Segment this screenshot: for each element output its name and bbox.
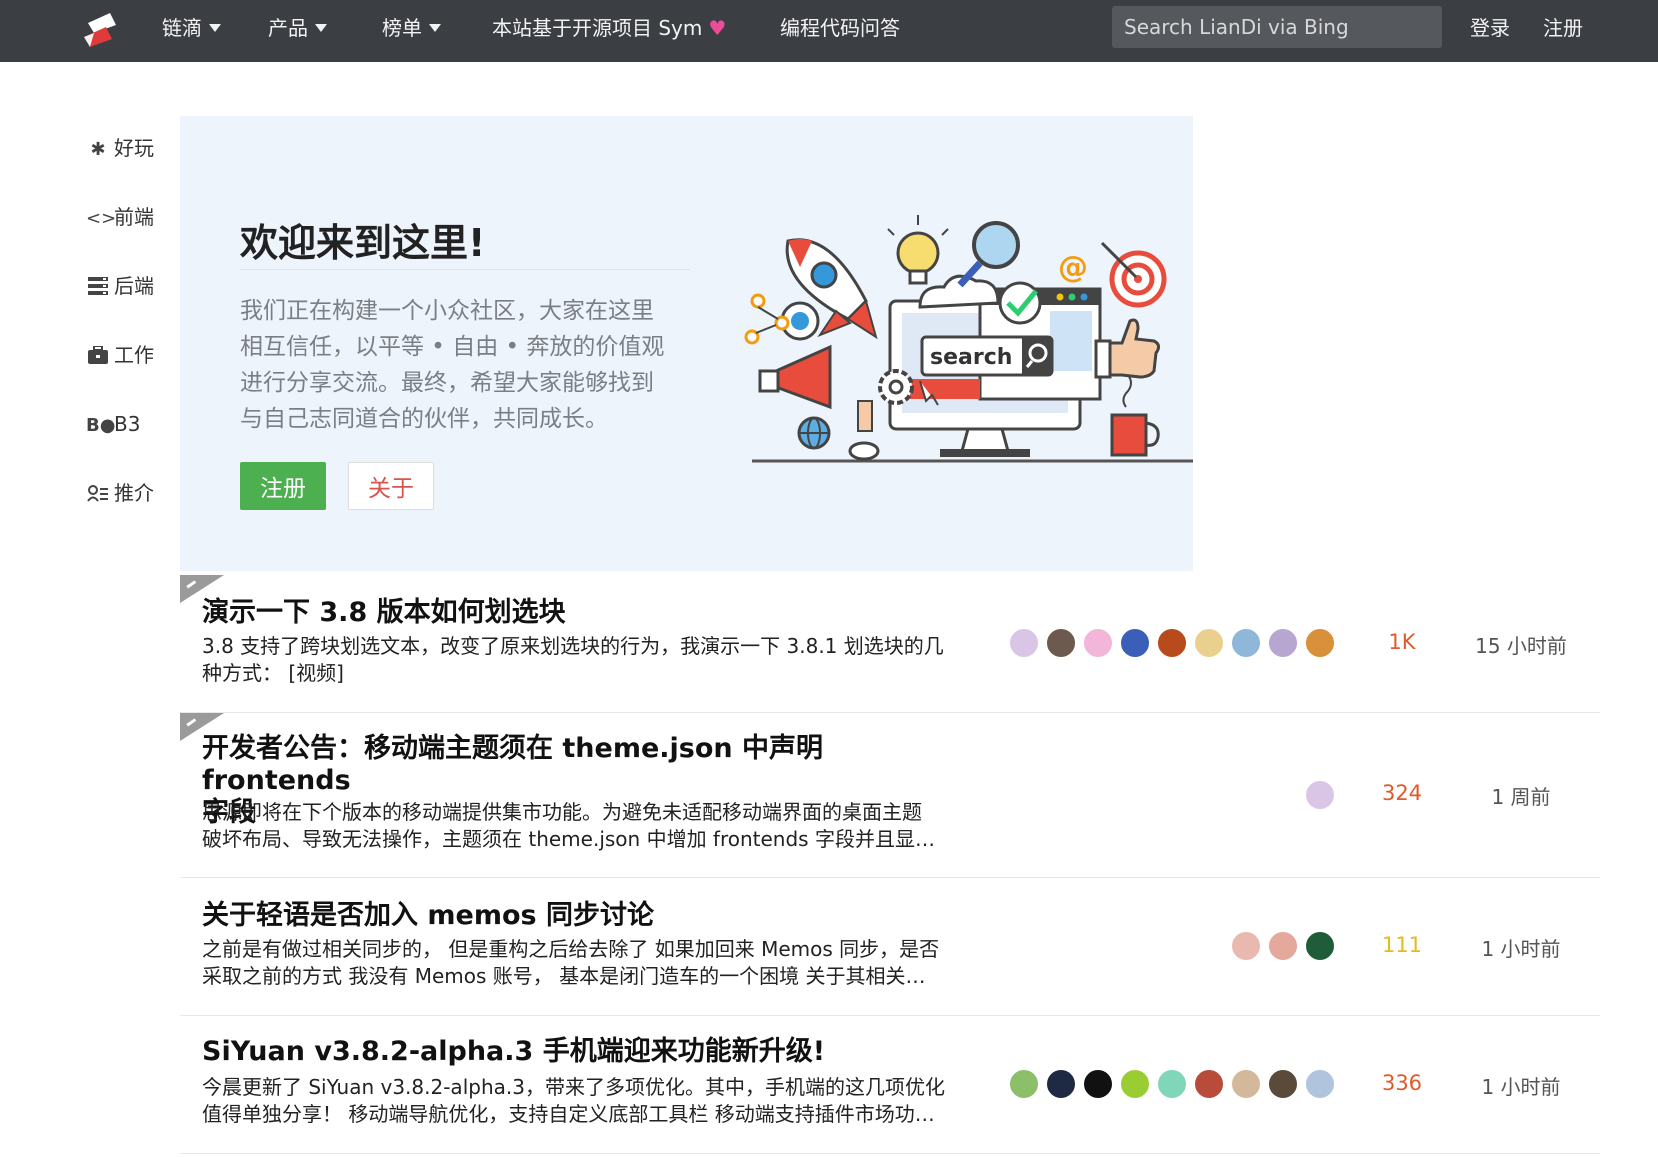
sidebar-item-work[interactable]: 工作 (86, 335, 154, 375)
logo-icon[interactable] (80, 11, 120, 51)
avatar[interactable] (1230, 627, 1262, 659)
nav-item-liandi[interactable]: 链滴 (162, 0, 221, 62)
avatar[interactable] (1045, 627, 1077, 659)
sidebar-item-frontend[interactable]: <>前端 (86, 197, 154, 237)
search-input[interactable] (1112, 6, 1442, 48)
sidebar-item-fun[interactable]: ✱ 好玩 (86, 128, 154, 168)
sidebar-item-backend[interactable]: 后端 (86, 266, 154, 306)
avatar[interactable] (1267, 930, 1299, 962)
list-item[interactable]: 关于轻语是否加入 memos 同步讨论 之前是有做过相关同步的， 但是重构之后给… (180, 878, 1600, 1016)
list-item[interactable]: 演示一下 3.8 版本如何划选块 3.8 支持了跨块划选文本，改变了原来划选块的… (180, 575, 1600, 713)
code-icon: <> (86, 208, 117, 229)
hero-register-button[interactable]: 注册 (240, 462, 326, 510)
chevron-down-icon (315, 24, 327, 32)
title-divider (240, 269, 690, 270)
article-excerpt[interactable]: 今晨更新了 SiYuan v3.8.2-alpha.3，带来了多项优化。其中，手… (202, 1074, 972, 1128)
reply-count: 1K (1388, 630, 1416, 654)
chevron-down-icon (209, 24, 221, 32)
article-time: 15 小时前 (1475, 634, 1567, 658)
avatar[interactable] (1119, 1068, 1151, 1100)
avatar[interactable] (1008, 627, 1040, 659)
welcome-title: 欢迎来到这里! (240, 221, 486, 265)
article-title[interactable]: 关于轻语是否加入 memos 同步讨论 (202, 900, 962, 932)
nav-item-rankings[interactable]: 榜单 (382, 0, 441, 62)
participant-avatars (1228, 930, 1338, 964)
avatar[interactable] (1267, 1068, 1299, 1100)
avatar[interactable] (1119, 627, 1151, 659)
avatar[interactable] (1045, 1068, 1077, 1100)
avatar[interactable] (1193, 1068, 1225, 1100)
avatar[interactable] (1267, 627, 1299, 659)
login-link[interactable]: 登录 (1470, 0, 1510, 62)
article-time: 1 小时前 (1481, 937, 1561, 961)
heart-icon: ♥ (708, 16, 727, 40)
article-excerpt[interactable]: 之前是有做过相关同步的， 但是重构之后给去除了 如果加回来 Memos 同步，是… (202, 936, 972, 990)
article-title[interactable]: SiYuan v3.8.2-alpha.3 手机端迎来功能新升级! (202, 1036, 962, 1068)
avatar[interactable] (1304, 1068, 1336, 1100)
sidebar-item-recommend[interactable]: 推介 (86, 473, 154, 513)
hero-about-button[interactable]: 关于 (348, 462, 434, 510)
article-excerpt[interactable]: 3.8 支持了跨块划选文本，改变了原来划选块的行为，我演示一下 3.8.1 划选… (202, 633, 972, 687)
avatar[interactable] (1156, 627, 1188, 659)
article-title[interactable]: 演示一下 3.8 版本如何划选块 (202, 597, 962, 629)
article-time: 1 周前 (1491, 785, 1551, 809)
chevron-down-icon (429, 24, 441, 32)
participant-avatars (1298, 779, 1338, 813)
community-illustration: search @ (744, 215, 1193, 463)
avatar[interactable] (1193, 627, 1225, 659)
avatar[interactable] (1156, 1068, 1188, 1100)
register-link[interactable]: 注册 (1543, 0, 1583, 62)
participant-avatars (998, 1068, 1338, 1102)
briefcase-icon (86, 337, 110, 377)
avatar[interactable] (1230, 930, 1262, 962)
avatar[interactable] (1304, 930, 1336, 962)
nav-item-products[interactable]: 产品 (268, 0, 327, 62)
article-time: 1 小时前 (1481, 1075, 1561, 1099)
participant-avatars (998, 627, 1338, 661)
star-of-david-icon: ✱ (90, 139, 106, 160)
welcome-description: 我们正在构建一个小众社区，大家在这里 相互信任，以平等 • 自由 • 奔放的价值… (240, 298, 665, 432)
b3-icon: B● (86, 415, 116, 436)
reply-count: 111 (1381, 933, 1423, 957)
avatar[interactable] (1008, 1068, 1040, 1100)
article-excerpt[interactable]: 思源即将在下个版本的移动端提供集市功能。为避免未适配移动端界面的桌面主题 破坏布… (202, 799, 972, 853)
reply-count: 336 (1381, 1071, 1423, 1095)
avatar[interactable] (1082, 1068, 1114, 1100)
illustration-search-text: search (930, 345, 1012, 370)
welcome-banner: 欢迎来到这里! 我们正在构建一个小众社区，大家在这里 相互信任，以平等 • 自由… (180, 116, 1193, 571)
list-item[interactable]: 开发者公告：移动端主题须在 theme.json 中声明 frontends 字… (180, 713, 1600, 878)
top-navbar: 链滴 产品 榜单 本站基于开源项目 Sym♥ 编程代码问答 登录 注册 (0, 0, 1658, 62)
list-item[interactable]: SiYuan v3.8.2-alpha.3 手机端迎来功能新升级! 今晨更新了 … (180, 1016, 1600, 1154)
at-sign-icon: @ (1058, 250, 1088, 285)
avatar[interactable] (1304, 779, 1336, 811)
avatar[interactable] (1082, 627, 1114, 659)
id-card-icon (86, 475, 110, 515)
nav-item-sym[interactable]: 本站基于开源项目 Sym ♥ (492, 0, 726, 62)
avatar[interactable] (1304, 627, 1336, 659)
nav-item-code-qa[interactable]: 编程代码问答 (780, 0, 900, 62)
server-icon (86, 268, 110, 308)
reply-count: 324 (1381, 781, 1423, 805)
sidebar-item-b3[interactable]: B●B3 (86, 404, 140, 444)
avatar[interactable] (1230, 1068, 1262, 1100)
